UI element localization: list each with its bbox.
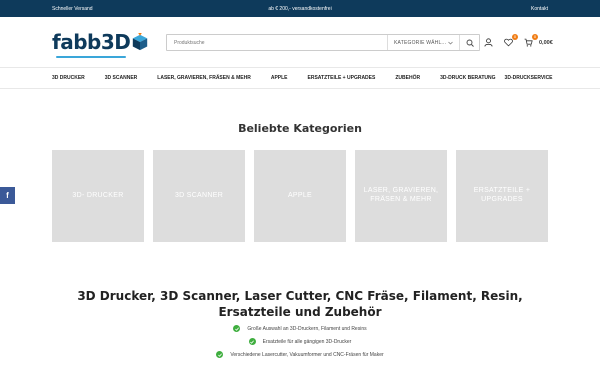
category-card-label: APPLE [287, 191, 313, 199]
search-bar: KATEGORIE WÄHL... [166, 34, 480, 51]
benefit-text: Ersatzteile für alle gängigen 3D-Drucker [262, 338, 352, 345]
nav-item-laser[interactable]: LASER, GRAVIEREN, FRÄSEN & MEHR [157, 75, 251, 81]
category-card-label: ERSATZTEILE + UPGRADES [473, 187, 531, 203]
cart-button[interactable]: 0 [523, 33, 538, 48]
category-card-label: 3D- DRUCKER [72, 191, 124, 199]
category-select[interactable]: KATEGORIE WÄHL... [387, 35, 459, 50]
category-card-3d-scanner[interactable]: 3D SCANNER [153, 150, 245, 242]
list-item: Verschiedene Lasercutter, Vakuumformer u… [0, 348, 600, 361]
check-circle-icon [248, 338, 256, 345]
wishlist-count-badge: 0 [512, 33, 518, 40]
benefit-text: Große Auswahl an 3D-Druckern, Filament u… [247, 325, 367, 332]
facebook-icon: f [6, 191, 9, 200]
nav-item-zubehoer[interactable]: ZUBEHÖR [395, 75, 420, 81]
logo-underline [56, 56, 126, 58]
benefit-text: Verschiedene Lasercutter, Vakuumformer u… [230, 351, 384, 358]
category-grid: 3D- DRUCKER 3D SCANNER APPLE LASER, GRAV… [52, 150, 548, 242]
topbar-shipping-text: Schneller Versand [52, 5, 93, 12]
main-navigation: 3D DRUCKER 3D SCANNER LASER, GRAVIEREN, … [0, 67, 600, 89]
check-circle-icon [233, 325, 241, 332]
user-icon [483, 38, 493, 47]
popular-categories-title: Beliebte Kategorien [238, 122, 362, 135]
site-header: fabb3D KATEGORIE WÄHL... 0 0 0, [0, 17, 600, 67]
site-logo[interactable]: fabb3D [52, 22, 150, 62]
category-card-label: 3D SCANNER [174, 191, 224, 199]
search-button[interactable] [459, 35, 479, 50]
nav-item-druckservice[interactable]: 3D-DRUCKSERVICE [505, 75, 553, 81]
category-card-ersatzteile[interactable]: ERSATZTEILE + UPGRADES [456, 150, 548, 242]
category-card-3d-drucker[interactable]: 3D- DRUCKER [52, 150, 144, 242]
nav-item-ersatzteile[interactable]: ERSATZTEILE + UPGRADES [308, 75, 376, 81]
search-icon [466, 39, 474, 47]
logo-text: fabb3D [52, 30, 131, 54]
benefit-list: Große Auswahl an 3D-Druckern, Filament u… [0, 322, 600, 361]
intro-headline: 3D Drucker, 3D Scanner, Laser Cutter, CN… [77, 289, 523, 320]
wishlist-button[interactable]: 0 [503, 33, 518, 48]
category-card-laser[interactable]: LASER, GRAVIEREN, FRÄSEN & MEHR [355, 150, 447, 242]
account-button[interactable] [483, 38, 493, 48]
topbar-contact-link[interactable]: Kontakt [531, 6, 548, 12]
nav-item-apple[interactable]: APPLE [271, 75, 288, 81]
topbar-free-shipping-text: ab € 200,- versandkostenfrei [268, 5, 332, 12]
nav-item-beratung[interactable]: 3D-DRUCK BERATUNG [440, 75, 495, 81]
heart-icon [503, 38, 513, 47]
chevron-down-icon [448, 41, 453, 45]
search-input[interactable] [167, 39, 387, 46]
cart-total[interactable]: 0,00€ [539, 40, 553, 46]
list-item: Große Auswahl an 3D-Druckern, Filament u… [0, 322, 600, 335]
cart-icon [524, 38, 533, 47]
cart-count-badge: 0 [532, 33, 538, 40]
header-icons: 0 0 0,00€ [483, 33, 553, 51]
nav-item-3d-scanner[interactable]: 3D SCANNER [105, 75, 138, 81]
category-select-label: KATEGORIE WÄHL... [394, 39, 447, 46]
list-item: Ersatzteile für alle gängigen 3D-Drucker [0, 335, 600, 348]
facebook-share-button[interactable]: f [0, 187, 15, 204]
cube-logo-icon [133, 33, 148, 51]
category-card-apple[interactable]: APPLE [254, 150, 346, 242]
top-bar: Schneller Versand ab € 200,- versandkost… [0, 0, 600, 17]
check-circle-icon [216, 351, 224, 358]
nav-item-3d-drucker[interactable]: 3D DRUCKER [52, 75, 85, 81]
category-card-label: LASER, GRAVIEREN, FRÄSEN & MEHR [363, 187, 439, 203]
